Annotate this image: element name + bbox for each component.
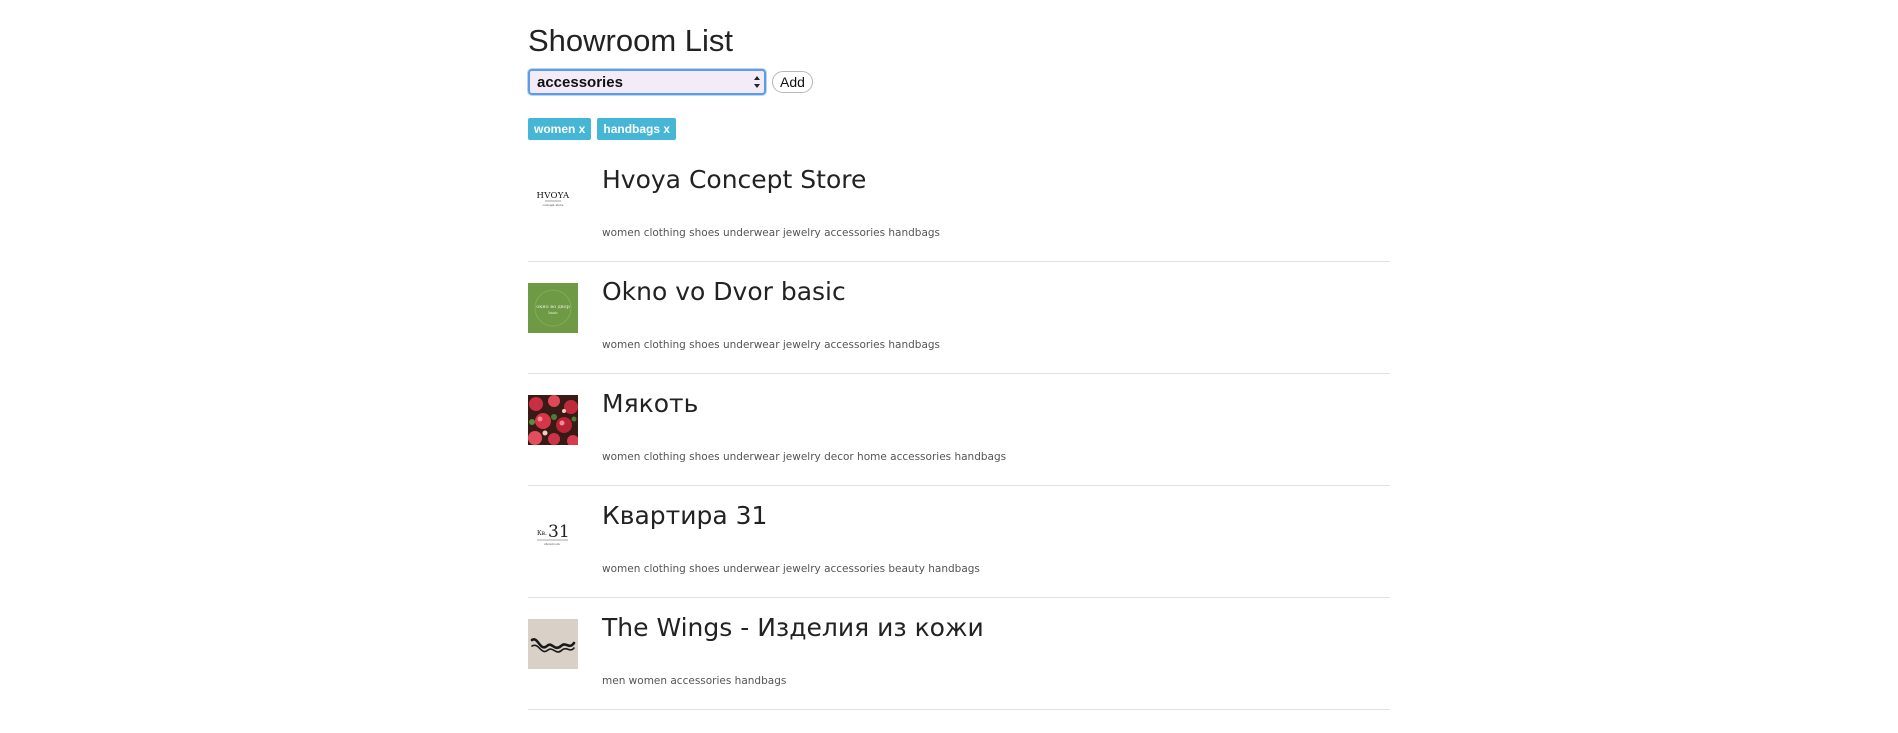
showroom-name: Мякоть xyxy=(602,389,699,418)
showroom-list: HVOYA concept store Hvoya Concept Store … xyxy=(528,150,1390,710)
showroom-name: Okno vo Dvor basic xyxy=(602,277,846,306)
wings-logo-icon xyxy=(528,619,578,669)
tag-women[interactable]: women x xyxy=(528,118,592,140)
floral-pattern-logo-icon xyxy=(528,395,578,445)
showroom-item[interactable]: The Wings - Изделия из кожи men women ac… xyxy=(528,598,1390,710)
select-arrows-icon xyxy=(754,76,760,88)
showroom-categories: men women accessories handbags xyxy=(602,675,787,687)
tag-handbags[interactable]: handbags x xyxy=(597,118,677,140)
svg-text:concept store: concept store xyxy=(543,203,564,207)
okno-vo-dvor-logo-icon: окно во двор basic xyxy=(528,283,578,333)
active-tags: women x handbags x xyxy=(528,118,677,140)
svg-text:Кв.: Кв. xyxy=(537,530,547,537)
showroom-categories: women clothing shoes underwear jewelry a… xyxy=(602,339,941,351)
showroom-name: The Wings - Изделия из кожи xyxy=(602,613,984,642)
category-select-value: accessories xyxy=(537,74,623,91)
showroom-categories: women clothing shoes underwear jewelry a… xyxy=(602,227,941,239)
filter-row: accessories Add xyxy=(528,68,813,96)
showroom-name: Hvoya Concept Store xyxy=(602,165,867,194)
svg-text:окно во двор: окно во двор xyxy=(536,304,570,310)
showroom-name: Квартира 31 xyxy=(602,501,768,530)
svg-text:31: 31 xyxy=(548,522,570,542)
svg-text:HVOYA: HVOYA xyxy=(537,191,571,201)
showroom-item[interactable]: Мякоть women clothing shoes underwear je… xyxy=(528,374,1390,486)
kv31-logo-icon: Кв. 31 showroom xyxy=(528,507,578,557)
category-select[interactable]: accessories xyxy=(528,69,766,95)
showroom-item[interactable]: HVOYA concept store Hvoya Concept Store … xyxy=(528,150,1390,262)
showroom-categories: women clothing shoes underwear jewelry a… xyxy=(602,563,980,575)
showroom-item[interactable]: окно во двор basic Okno vo Dvor basic wo… xyxy=(528,262,1390,374)
page-title: Showroom List xyxy=(528,23,734,58)
svg-text:showroom: showroom xyxy=(544,542,560,546)
hvoya-logo-icon: HVOYA concept store xyxy=(528,171,578,221)
showroom-categories: women clothing shoes underwear jewelry d… xyxy=(602,451,1007,463)
add-button[interactable]: Add xyxy=(772,71,813,93)
svg-text:basic: basic xyxy=(548,311,557,315)
showroom-item[interactable]: Кв. 31 showroom Квартира 31 women clothi… xyxy=(528,486,1390,598)
